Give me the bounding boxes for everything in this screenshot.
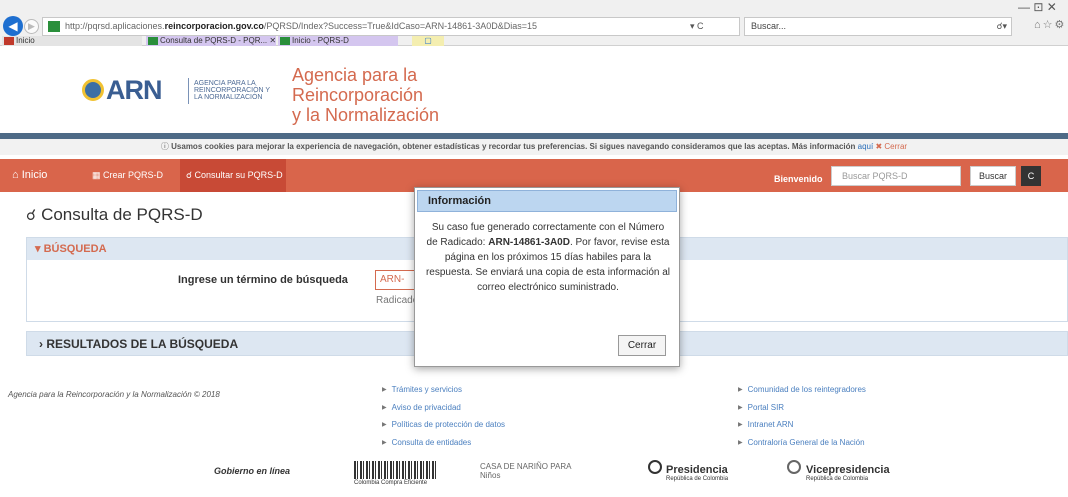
- coat-of-arms-icon: [82, 79, 104, 101]
- search-term-help: Radicado: [376, 295, 414, 306]
- colombia-compra-logo[interactable]: Colombia Compra Eficiente: [354, 480, 427, 486]
- search-icon: ☌: [186, 170, 195, 180]
- presidencia-seal-icon: [648, 460, 662, 474]
- search-term-label: Ingrese un término de búsqueda: [178, 274, 348, 286]
- site-favicon-icon: [48, 21, 60, 32]
- vicepresidencia-logo[interactable]: Vicepresidencia: [806, 464, 890, 476]
- nav-crear-pqrsd[interactable]: ▦ Crear PQRS-D: [92, 159, 174, 192]
- info-dialog: Información Su caso fue generado correct…: [414, 187, 680, 367]
- chevron-down-icon: ▾: [35, 243, 44, 255]
- footer-link[interactable]: Contraloría General de la Nación: [738, 438, 865, 447]
- back-button[interactable]: ◀: [3, 16, 23, 36]
- footer-link[interactable]: Portal SIR: [738, 403, 784, 412]
- refresh-button[interactable]: ▾ C: [690, 17, 704, 36]
- results-panel-title: RESULTADOS DE LA BÚSQUEDA: [46, 337, 239, 351]
- home-icon: ⌂: [12, 169, 22, 181]
- new-tab-button[interactable]: ▢: [412, 36, 444, 46]
- url-domain: reincorporacion.gov.co: [164, 21, 264, 31]
- footer-link[interactable]: Comunidad de los reintegradores: [738, 385, 866, 394]
- logo-divider: [188, 78, 189, 104]
- window-controls[interactable]: — ⊡ ✕: [1018, 0, 1057, 14]
- address-bar[interactable]: http://pqrsd.aplicaciones.reincorporacio…: [42, 17, 740, 36]
- extra-button[interactable]: C: [1021, 166, 1041, 186]
- footer-copyright: Agencia para la Reincorporación y la Nor…: [8, 390, 220, 399]
- page-title-text: Consulta de PQRS-D: [41, 205, 203, 224]
- search-term-input[interactable]: ARN-: [375, 270, 415, 290]
- page-icon: [280, 37, 290, 45]
- radicado-number: ARN-14861-3A0D: [488, 237, 570, 248]
- tab-inicio[interactable]: Inicio: [2, 36, 142, 46]
- search-icon: ☌: [26, 207, 37, 224]
- agency-line-2: Reincorporación: [292, 85, 424, 105]
- nav-inicio-label: Inicio: [21, 169, 48, 181]
- close-circle-icon[interactable]: ✖: [875, 142, 882, 151]
- tab-strip: Inicio Consulta de PQRS-D - PQR... ✕ Ini…: [0, 36, 1068, 46]
- url-path: /PQRSD/Index?Success=True&IdCaso=ARN-148…: [263, 21, 537, 31]
- footer-link[interactable]: Políticas de protección de datos: [382, 420, 505, 429]
- gobierno-en-linea-logo[interactable]: Gobierno en línea: [214, 466, 290, 476]
- tab-inicio-pqrsd[interactable]: Inicio - PQRS-D: [278, 36, 398, 46]
- dialog-title: Información: [417, 190, 677, 212]
- presidencia-logo[interactable]: Presidencia: [666, 464, 728, 476]
- welcome-text: Bienvenido: [774, 174, 823, 184]
- page-title: ☌ Consulta de PQRS-D: [26, 205, 203, 225]
- partner-logos: Gobierno en línea Colombia Compra Eficie…: [0, 458, 1068, 497]
- casa-narino-logo[interactable]: CASA DE NARIÑO PARA Niños: [480, 462, 580, 480]
- home-star-gear-icons[interactable]: ⌂☆⚙: [1034, 18, 1066, 31]
- cookie-close-link[interactable]: Cerrar: [884, 142, 907, 151]
- footer-link[interactable]: Trámites y servicios: [382, 385, 462, 394]
- nav-consultar-label: Consultar su PQRS-D: [194, 170, 283, 180]
- browser-search-input[interactable]: Buscar... ☌▾: [744, 17, 1012, 36]
- pqrsd-search-button[interactable]: Buscar: [970, 166, 1016, 186]
- document-icon: ▦: [92, 170, 104, 180]
- dialog-message: Su caso fue generado correctamente con e…: [425, 220, 671, 295]
- presidencia-subtitle: República de Colombia: [666, 476, 729, 482]
- tab-label: Consulta de PQRS-D - PQR... ✕: [160, 36, 277, 45]
- footer-link[interactable]: Aviso de privacidad: [382, 403, 461, 412]
- tab-label: Inicio: [16, 36, 35, 45]
- cookie-notice: ⓘ Usamos cookies para mejorar la experie…: [0, 139, 1068, 155]
- search-icon[interactable]: ☌▾: [996, 18, 1007, 35]
- nav-inicio[interactable]: ⌂ Inicio: [12, 159, 82, 192]
- logo-text: ARN: [106, 75, 162, 105]
- browser-search-placeholder: Buscar...: [751, 21, 787, 31]
- nav-crear-label: Crear PQRS-D: [103, 170, 164, 180]
- agency-line-1: Agencia para la: [292, 65, 418, 85]
- vicepresidencia-subtitle: República de Colombia: [806, 476, 869, 482]
- page-icon: [4, 37, 14, 45]
- page-icon: [148, 37, 158, 45]
- forward-button[interactable]: ▶: [24, 19, 39, 34]
- logo-subtitle: AGENCIA PARA LA REINCORPORACIÓN Y LA NOR…: [194, 80, 270, 101]
- info-icon: ⓘ: [160, 142, 172, 151]
- cookie-text: Usamos cookies para mejorar la experienc…: [171, 142, 856, 151]
- footer-link[interactable]: Intranet ARN: [738, 420, 794, 429]
- pqrsd-search-input[interactable]: Buscar PQRS-D: [831, 166, 961, 186]
- search-panel-title: BÚSQUEDA: [43, 243, 107, 255]
- footer-link[interactable]: Consulta de entidades: [382, 438, 472, 447]
- nav-consultar-pqrsd[interactable]: ☌ Consultar su PQRS-D: [180, 159, 286, 192]
- tab-label: Inicio - PQRS-D: [292, 36, 349, 45]
- agency-name: Agencia para la Reincorporación y la Nor…: [292, 65, 439, 125]
- vicepresidencia-seal-icon: [787, 460, 801, 474]
- tab-consulta[interactable]: Consulta de PQRS-D - PQR... ✕: [146, 36, 276, 46]
- dialog-close-button[interactable]: Cerrar: [618, 335, 666, 356]
- cookie-more-link[interactable]: aquí: [858, 142, 874, 151]
- agency-line-3: y la Normalización: [292, 105, 440, 125]
- barcode-icon: [354, 461, 438, 479]
- url-prefix: http://pqrsd.aplicaciones.: [65, 21, 165, 31]
